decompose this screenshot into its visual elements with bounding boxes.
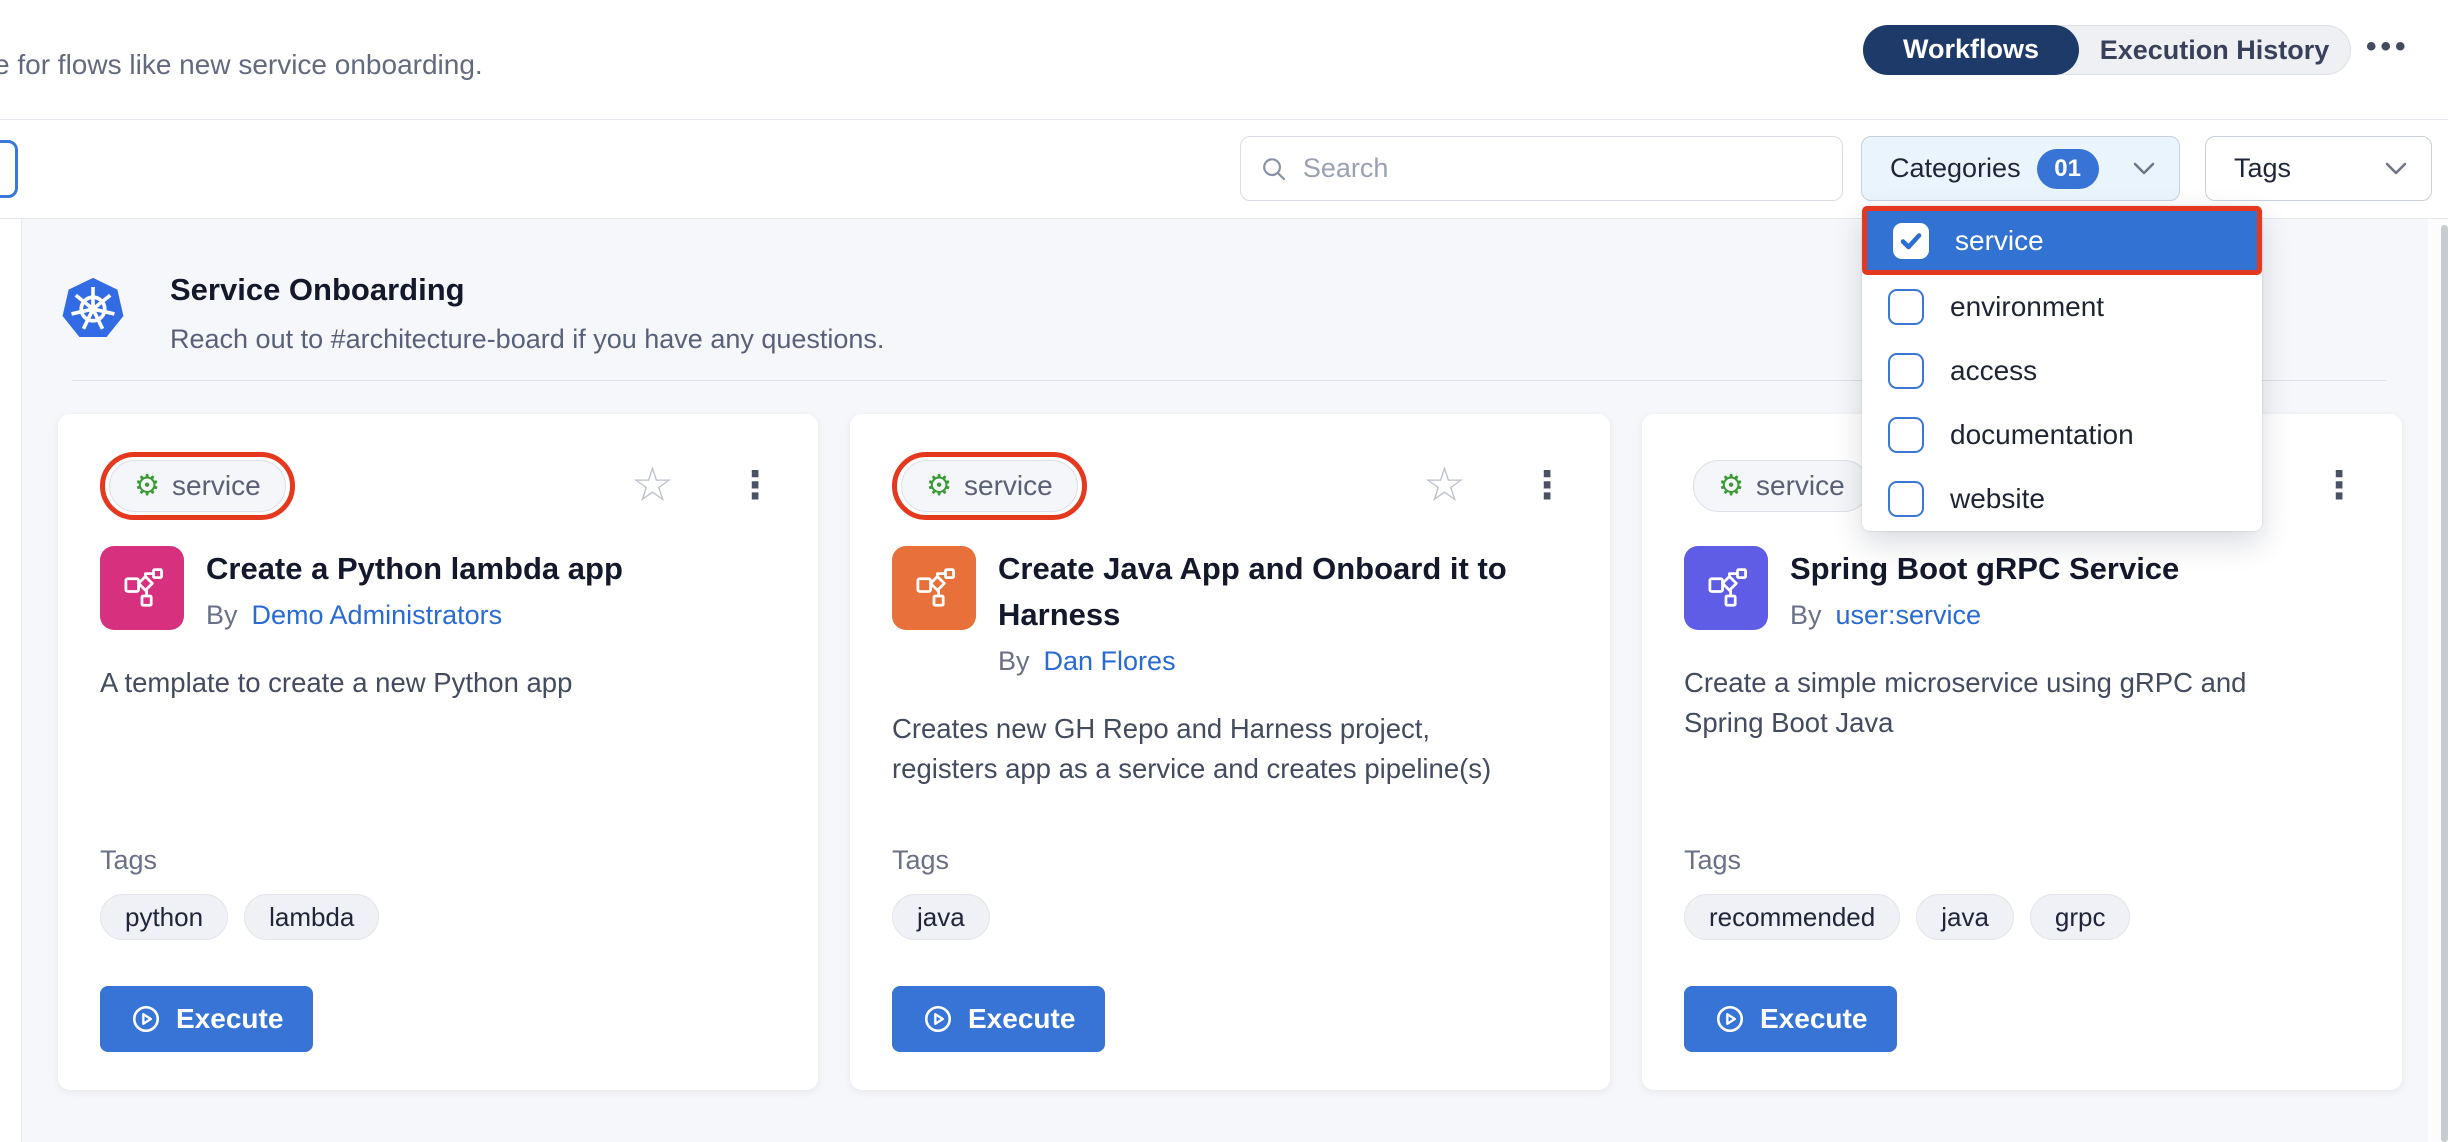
annotation-ring: ⚙ service <box>100 452 295 520</box>
owner-link[interactable]: Dan Flores <box>1044 646 1176 677</box>
play-icon <box>1714 1003 1746 1035</box>
kebab-menu-icon[interactable]: ⋮ <box>736 467 774 505</box>
category-badge-label: service <box>172 470 261 502</box>
card-description: A template to create a new Python app <box>100 663 740 703</box>
workflow-card: ⚙ service ☆ ⋮ Create Java App and Onboar… <box>850 414 1610 1090</box>
play-icon <box>130 1003 162 1035</box>
favorite-star-icon[interactable]: ☆ <box>631 462 674 510</box>
tag-chip: lambda <box>244 894 379 940</box>
checkbox-unchecked[interactable] <box>1888 353 1924 389</box>
category-badge-label: service <box>1756 470 1845 502</box>
more-menu-icon[interactable]: ••• <box>2366 30 2410 64</box>
dropdown-option-documentation[interactable]: documentation <box>1862 403 2262 467</box>
gear-icon: ⚙ <box>926 472 952 501</box>
by-label: By <box>998 646 1030 677</box>
tag-chip: java <box>1916 894 2014 940</box>
owner-link[interactable]: Demo Administrators <box>252 600 503 631</box>
gear-icon: ⚙ <box>1718 472 1744 501</box>
category-badge: ⚙ service <box>1693 460 1870 512</box>
kebab-menu-icon[interactable]: ⋮ <box>2320 467 2358 505</box>
tag-chip: python <box>100 894 228 940</box>
card-title: Create Java App and Onboard it to Harnes… <box>998 546 1558 638</box>
category-badge-label: service <box>964 470 1053 502</box>
partial-left-button[interactable] <box>0 140 18 198</box>
tags-label: Tags <box>1684 845 2358 876</box>
dropdown-option-label: website <box>1950 483 2045 515</box>
dropdown-option-service[interactable]: service <box>1862 206 2262 275</box>
tag-chip: recommended <box>1684 894 1900 940</box>
search-input[interactable] <box>1301 152 1822 185</box>
card-description: Creates new GH Repo and Harness project,… <box>892 709 1532 789</box>
view-tabs: Workflows Execution History <box>1863 25 2351 75</box>
page-subtitle: e for flows like new service onboarding. <box>0 49 483 81</box>
owner-link[interactable]: user:service <box>1836 600 1982 631</box>
favorite-star-icon[interactable]: ☆ <box>1423 462 1466 510</box>
tags-label: Tags <box>892 845 1566 876</box>
tag-chip: java <box>892 894 990 940</box>
checkbox-unchecked[interactable] <box>1888 289 1924 325</box>
badge-wrapper: ⚙ service <box>1684 452 1879 520</box>
template-icon <box>1684 546 1768 630</box>
workflow-card: ⚙ service ☆ ⋮ Create a Python lambda app… <box>58 414 818 1090</box>
checkbox-checked[interactable] <box>1893 223 1929 259</box>
by-label: By <box>1790 600 1822 631</box>
dropdown-option-label: access <box>1950 355 2037 387</box>
tags-filter-label: Tags <box>2234 153 2291 184</box>
categories-filter-label: Categories <box>1890 153 2021 184</box>
workflows-page: e for flows like new service onboarding.… <box>0 0 2448 1142</box>
categories-count-badge: 01 <box>2037 149 2099 189</box>
section-header: Service Onboarding Reach out to #archite… <box>60 264 884 355</box>
dropdown-option-label: environment <box>1950 291 2104 323</box>
dropdown-option-label: documentation <box>1950 419 2134 451</box>
tab-execution-history[interactable]: Execution History <box>2079 35 2350 66</box>
card-title: Spring Boot gRPC Service <box>1790 546 2179 592</box>
category-badge: ⚙ service <box>109 460 286 512</box>
chevron-down-icon <box>2385 162 2407 175</box>
dropdown-option-website[interactable]: website <box>1862 467 2262 531</box>
by-label: By <box>206 600 238 631</box>
categories-dropdown: service environment access documentation… <box>1862 206 2262 531</box>
play-icon <box>922 1003 954 1035</box>
execute-button[interactable]: Execute <box>1684 986 1897 1052</box>
dropdown-option-environment[interactable]: environment <box>1862 275 2262 339</box>
template-icon <box>892 546 976 630</box>
section-title: Service Onboarding <box>170 272 884 308</box>
tags-label: Tags <box>100 845 774 876</box>
chevron-down-icon <box>2133 162 2155 175</box>
checkbox-unchecked[interactable] <box>1888 481 1924 517</box>
tags-filter-button[interactable]: Tags <box>2205 136 2432 201</box>
execute-button[interactable]: Execute <box>100 986 313 1052</box>
section-subtitle: Reach out to #architecture-board if you … <box>170 324 884 355</box>
filters-toolbar: Categories 01 Tags <box>0 120 2448 219</box>
checkbox-unchecked[interactable] <box>1888 417 1924 453</box>
dropdown-option-access[interactable]: access <box>1862 339 2262 403</box>
tag-chip: grpc <box>2030 894 2131 940</box>
category-badge: ⚙ service <box>901 460 1078 512</box>
card-title: Create a Python lambda app <box>206 546 623 592</box>
tab-workflows[interactable]: Workflows <box>1863 25 2079 75</box>
search-box[interactable] <box>1240 136 1843 201</box>
execute-button[interactable]: Execute <box>892 986 1105 1052</box>
categories-filter-button[interactable]: Categories 01 <box>1861 136 2180 201</box>
dropdown-option-label: service <box>1955 225 2044 257</box>
card-description: Create a simple microservice using gRPC … <box>1684 663 2304 743</box>
template-icon <box>100 546 184 630</box>
search-icon <box>1261 155 1287 183</box>
page-header: e for flows like new service onboarding.… <box>0 0 2448 120</box>
left-gutter <box>0 219 22 1142</box>
kebab-menu-icon[interactable]: ⋮ <box>1528 467 1566 505</box>
gear-icon: ⚙ <box>134 472 160 501</box>
kubernetes-icon <box>60 268 126 350</box>
scrollbar-thumb[interactable] <box>2441 225 2448 1142</box>
annotation-ring: ⚙ service <box>892 452 1087 520</box>
